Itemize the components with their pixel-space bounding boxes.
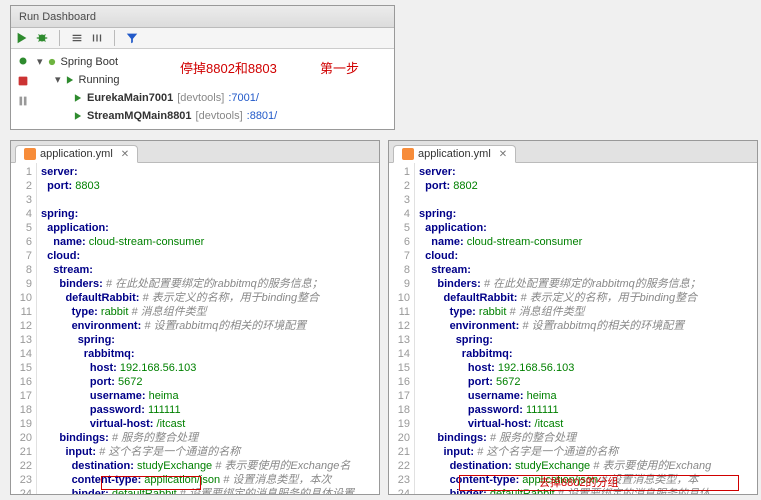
pause-icon[interactable]	[16, 94, 30, 108]
expand-icon[interactable]	[70, 31, 84, 45]
item-dev: [devtools]	[196, 107, 243, 125]
running-label: Running	[79, 71, 120, 89]
dashboard-title-bar: Run Dashboard	[11, 6, 394, 28]
anno-remove: 去掉8802的分组	[539, 474, 618, 490]
editor-body[interactable]: 1 2 3 4 5 6 7 8 9 10 11 12 13 14 15 16 1…	[389, 163, 757, 494]
item-name: StreamMQMain8801	[87, 107, 192, 125]
run-icon[interactable]	[15, 31, 29, 45]
editor-right: application.yml ✕ 1 2 3 4 5 6 7 8 9 10 1…	[388, 140, 758, 495]
dashboard-toolbar	[11, 28, 394, 49]
file-icon	[402, 148, 414, 160]
tree-item-stream[interactable]: StreamMQMain8801 [devtools] :8801/	[37, 107, 390, 125]
bug-icon[interactable]	[35, 31, 49, 45]
item-name: EurekaMain7001	[87, 89, 173, 107]
editor-body[interactable]: 1 2 3 4 5 6 7 8 9 10 11 12 13 14 15 16 1…	[11, 163, 379, 494]
code-area[interactable]: server: port: 8803spring: application: n…	[37, 163, 379, 494]
dashboard-title: Run Dashboard	[19, 11, 96, 23]
item-dev: [devtools]	[177, 89, 224, 107]
gutter: 1 2 3 4 5 6 7 8 9 10 11 12 13 14 15 16 1…	[11, 163, 37, 494]
tree-item-eureka[interactable]: EurekaMain7001 [devtools] :7001/	[37, 89, 390, 107]
tab-application-yml[interactable]: application.yml ✕	[15, 145, 138, 163]
close-icon[interactable]: ✕	[499, 149, 507, 160]
debug-small-icon[interactable]	[16, 54, 30, 68]
item-port[interactable]: :7001/	[228, 89, 259, 107]
code-area[interactable]: server: port: 8802spring: application: n…	[415, 163, 757, 494]
spring-boot-icon	[47, 57, 57, 67]
running-icon	[65, 75, 75, 85]
editor-left: application.yml ✕ 1 2 3 4 5 6 7 8 9 10 1…	[10, 140, 380, 495]
file-icon	[24, 148, 36, 160]
tab-application-yml[interactable]: application.yml ✕	[393, 145, 516, 163]
dashboard-side-toolbar	[13, 54, 33, 108]
collapse-icon[interactable]	[90, 31, 104, 45]
anno-step1: 第一步	[320, 58, 359, 77]
item-port[interactable]: :8801/	[247, 107, 278, 125]
editor-tabs: application.yml ✕	[11, 141, 379, 163]
gutter: 1 2 3 4 5 6 7 8 9 10 11 12 13 14 15 16 1…	[389, 163, 415, 494]
close-icon[interactable]: ✕	[121, 149, 129, 160]
tab-label: application.yml	[418, 148, 491, 160]
stop-icon[interactable]	[16, 74, 30, 88]
filter-icon[interactable]	[125, 31, 139, 45]
editor-tabs: application.yml ✕	[389, 141, 757, 163]
play-icon	[73, 111, 83, 121]
play-icon	[73, 93, 83, 103]
root-label: Spring Boot	[61, 53, 118, 71]
tab-label: application.yml	[40, 148, 113, 160]
anno-stop: 停掉8802和8803	[180, 58, 277, 77]
